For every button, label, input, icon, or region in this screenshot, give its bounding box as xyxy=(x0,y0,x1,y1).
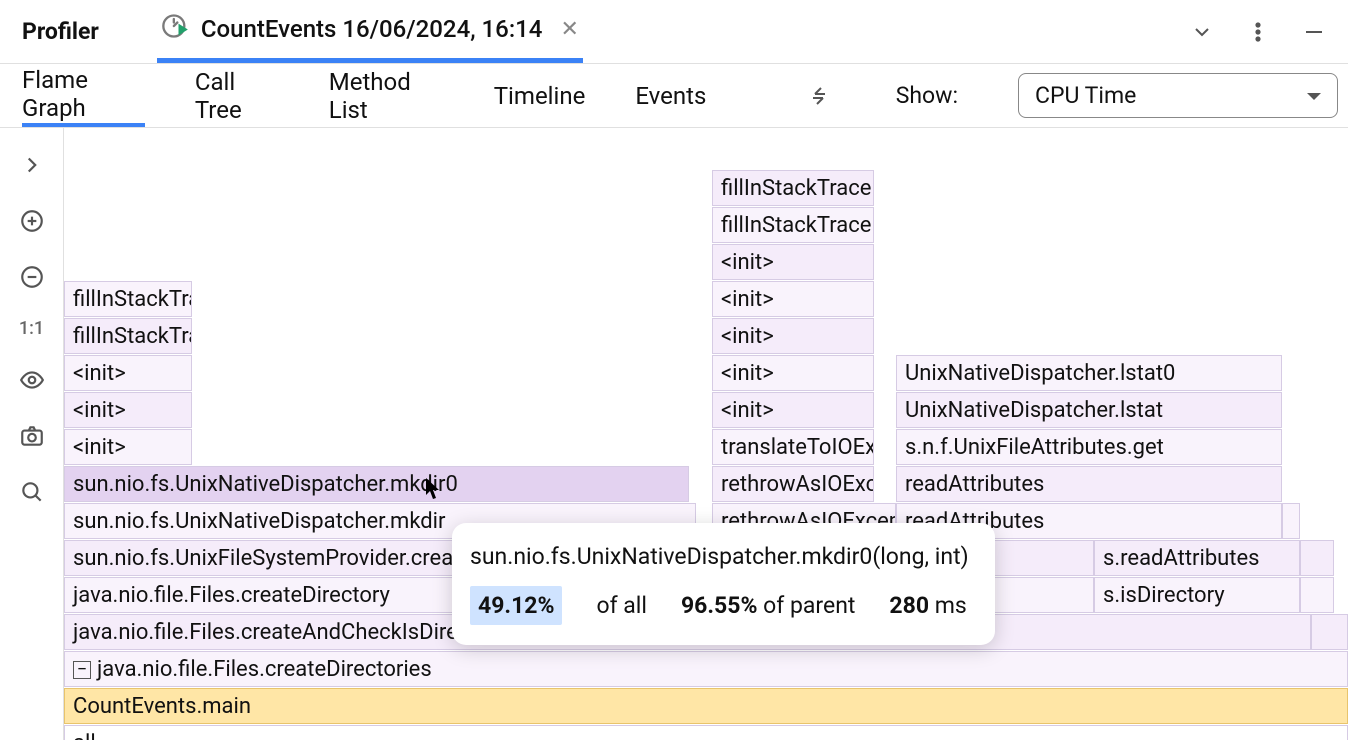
more-vertical-icon[interactable] xyxy=(1244,18,1272,46)
session-tab[interactable]: CountEvents 16/06/2024, 16:14 ✕ xyxy=(157,0,583,63)
flame-frame-label: <init> xyxy=(721,287,774,312)
flame-frame-label: UnixNativeDispatcher.lstat xyxy=(905,398,1163,423)
flame-frame[interactable]: fillInStackTrace xyxy=(712,207,874,243)
flame-frame-label: <init> xyxy=(721,361,774,386)
tooltip-pct-all: 49.12% xyxy=(470,586,562,625)
flame-frame[interactable]: fillInStackTrace xyxy=(712,170,874,206)
tab-timeline[interactable]: Timeline xyxy=(494,64,586,127)
flame-frame-label: <init> xyxy=(721,250,774,275)
flame-frame[interactable]: s.readAttributes xyxy=(1094,540,1300,576)
tab-label: Call Tree xyxy=(195,68,279,124)
flame-frame-label: readAttributes xyxy=(905,472,1044,497)
flame-frame[interactable]: <init> xyxy=(712,318,874,354)
flame-frame[interactable]: <init> xyxy=(712,392,874,428)
flame-frame[interactable]: <init> xyxy=(64,355,192,391)
flame-frame-label: <init> xyxy=(721,324,774,349)
flame-frame[interactable]: all xyxy=(64,725,1348,740)
tab-flame-graph[interactable]: Flame Graph xyxy=(22,64,145,127)
flame-frame-label: java.nio.file.Files.createDirectories xyxy=(97,657,432,682)
tab-label: Timeline xyxy=(494,82,586,110)
flame-frame-label: all xyxy=(73,731,96,740)
swap-icon[interactable] xyxy=(806,82,831,110)
zoom-in-icon[interactable] xyxy=(17,206,47,236)
flame-frame[interactable]: translateToIOException xyxy=(712,429,874,465)
tab-call-tree[interactable]: Call Tree xyxy=(195,64,279,127)
flame-frame-label: fillInStackTrace xyxy=(721,176,871,201)
chevron-down-icon[interactable] xyxy=(1188,18,1216,46)
flame-frame-label: translateToIOException xyxy=(721,435,874,460)
flame-frame-label: <init> xyxy=(73,435,126,460)
show-label: Show: xyxy=(896,82,958,109)
flame-frame-label: UnixNativeDispatcher.lstat0 xyxy=(905,361,1175,386)
flame-frame[interactable]: fillInStackTrace xyxy=(64,281,192,317)
flame-frame-label: java.nio.file.Files.createDirectory xyxy=(73,583,390,608)
flame-frame[interactable]: s.isDirectory xyxy=(1094,577,1300,613)
flame-frame[interactable]: sun.nio.fs.UnixNativeDispatcher.mkdir0 xyxy=(64,466,689,502)
flame-frame-label: java.nio.file.Files.createAndCheckIsDire… xyxy=(73,620,507,645)
flame-frame[interactable]: fillInStackTrace xyxy=(64,318,192,354)
flame-frame-label: CountEvents.main xyxy=(73,694,251,719)
tooltip-title: sun.nio.fs.UnixNativeDispatcher.mkdir0(l… xyxy=(470,543,969,570)
flame-frame[interactable]: s.n.f.UnixFileAttributes.get xyxy=(896,429,1282,465)
close-icon[interactable]: ✕ xyxy=(560,17,578,42)
show-select-value: CPU Time xyxy=(1035,82,1136,109)
panel-title: Profiler xyxy=(22,18,99,45)
flame-frame[interactable]: UnixNativeDispatcher.lstat0 xyxy=(896,355,1282,391)
cursor-icon xyxy=(424,477,442,501)
flame-frame-label: s.isDirectory xyxy=(1103,583,1225,608)
flame-frame-label: fillInStackTrace xyxy=(721,213,871,238)
show-select[interactable]: CPU Time xyxy=(1018,73,1338,118)
flame-frame[interactable] xyxy=(1311,614,1348,650)
session-tab-label: CountEvents 16/06/2024, 16:14 xyxy=(201,15,543,43)
frame-tooltip: sun.nio.fs.UnixNativeDispatcher.mkdir0(l… xyxy=(452,523,995,645)
flame-frame-label: fillInStackTrace xyxy=(73,287,192,312)
flame-frame[interactable]: UnixNativeDispatcher.lstat xyxy=(896,392,1282,428)
flame-frame-label: sun.nio.fs.UnixNativeDispatcher.mkdir xyxy=(73,509,446,534)
flame-frame-label: <init> xyxy=(73,398,126,423)
flame-frame[interactable]: −java.nio.file.Files.createDirectories xyxy=(64,651,1348,687)
flame-frame[interactable]: <init> xyxy=(712,355,874,391)
search-icon[interactable] xyxy=(17,477,47,507)
flame-frame-label: s.n.f.UnixFileAttributes.get xyxy=(905,435,1164,460)
tab-label: Method List xyxy=(329,68,444,124)
zoom-out-icon[interactable] xyxy=(17,262,47,292)
run-profile-icon xyxy=(161,12,189,46)
flame-frame[interactable]: <init> xyxy=(712,244,874,280)
flame-frame[interactable]: <init> xyxy=(64,429,192,465)
flame-frame[interactable] xyxy=(1300,577,1334,613)
flame-frame[interactable]: <init> xyxy=(64,392,192,428)
collapse-icon[interactable]: − xyxy=(73,661,91,679)
flame-frame-label: <init> xyxy=(73,361,126,386)
flame-frame[interactable] xyxy=(1300,540,1334,576)
flame-frame[interactable]: readAttributes xyxy=(896,466,1282,502)
flame-frame-label: sun.nio.fs.UnixNativeDispatcher.mkdir0 xyxy=(73,472,458,497)
camera-icon[interactable] xyxy=(17,421,47,451)
flame-frame-label: fillInStackTrace xyxy=(73,324,192,349)
minimize-icon[interactable] xyxy=(1300,18,1328,46)
zoom-reset-button[interactable]: 1:1 xyxy=(19,318,44,339)
tab-label: Events xyxy=(635,82,706,110)
flame-frame[interactable]: CountEvents.main xyxy=(64,688,1348,724)
flame-graph-area[interactable]: sun.nio.fs.UnixNativeDispatcher.mkdir0(l… xyxy=(64,128,1348,740)
eye-icon[interactable] xyxy=(17,365,47,395)
flame-frame[interactable] xyxy=(1282,503,1300,539)
flame-frame-label: rethrowAsIOException xyxy=(721,472,874,497)
flame-frame[interactable]: rethrowAsIOException xyxy=(712,466,874,502)
chevron-right-icon[interactable] xyxy=(17,150,47,180)
tab-label: Flame Graph xyxy=(22,66,145,122)
flame-frame-label: <init> xyxy=(721,398,774,423)
flame-frame[interactable]: <init> xyxy=(712,281,874,317)
tab-events[interactable]: Events xyxy=(635,64,706,127)
flame-frame-label: s.readAttributes xyxy=(1103,546,1260,571)
tooltip-time: 280 ms xyxy=(889,592,966,619)
tooltip-pct-parent: 96.55% of parent xyxy=(681,592,855,619)
tab-method-list[interactable]: Method List xyxy=(329,64,444,127)
